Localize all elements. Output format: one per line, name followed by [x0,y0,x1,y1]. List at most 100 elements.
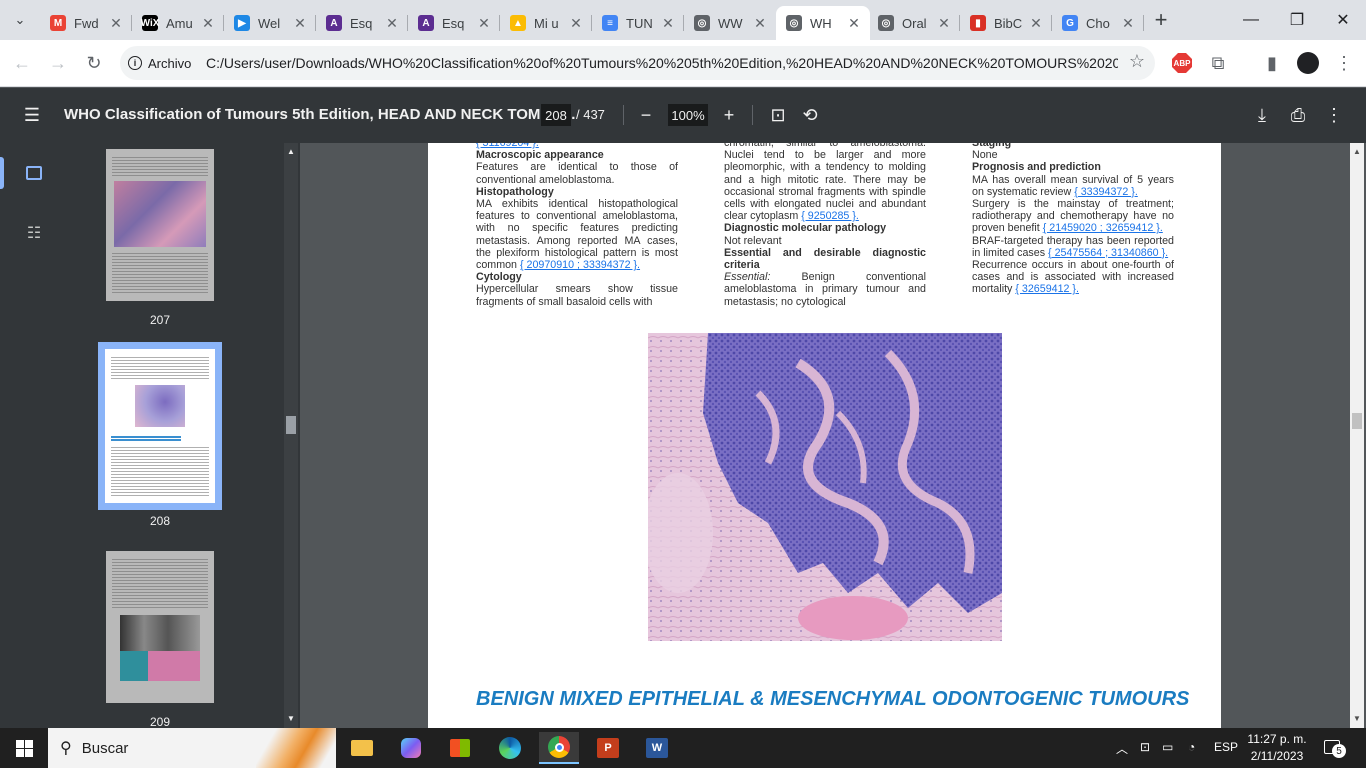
tab-close-icon[interactable]: ✕ [660,15,676,31]
meet-now-icon[interactable]: ⊡ [1140,740,1150,754]
tab-close-icon[interactable]: ✕ [1028,15,1044,31]
zoom-input[interactable]: 100% [668,104,708,126]
minimize-button[interactable]: — [1228,0,1274,40]
browser-tab[interactable]: ◎ WW ✕ [684,6,776,40]
pdf-viewer[interactable]: { 31169204 }. Macroscopic appearance Feat… [300,143,1366,728]
browser-tab[interactable]: M Fwd ✕ [40,6,132,40]
tab-close-icon[interactable]: ✕ [200,15,216,31]
extensions-button[interactable]: ⧉ [1204,49,1232,77]
tab-close-icon[interactable]: ✕ [1120,15,1136,31]
copilot-app[interactable] [391,732,431,764]
url-text[interactable]: C:/Users/user/Downloads/WHO%20Classifica… [206,55,1118,71]
start-button[interactable] [4,732,44,764]
scrollbar-thumb[interactable] [1352,413,1362,429]
side-panel-button[interactable]: ▮ [1258,49,1286,77]
close-window-button[interactable]: ✕ [1320,0,1366,40]
citation-link[interactable]: { 21459020 ; 32659412 }. [1043,222,1163,234]
adblock-plus-button[interactable]: ABP [1168,49,1196,77]
chrome-menu-button[interactable]: ⋮ [1330,49,1358,77]
citation-link[interactable]: { 9250285 }. [801,210,859,222]
citation-link[interactable]: { 32659412 }. [1015,283,1079,295]
profile-button[interactable] [1294,49,1322,77]
fit-to-page-button[interactable]: ⊡ [765,102,791,128]
scroll-down-arrow[interactable]: ▼ [1353,714,1361,723]
search-icon: ⚲ [60,740,72,757]
browser-tab[interactable]: ◎ WH ✕ [776,6,870,40]
word-app[interactable]: W [637,732,677,764]
scroll-up-arrow[interactable]: ▲ [1353,147,1361,156]
tab-close-icon[interactable]: ✕ [108,15,124,31]
back-button[interactable]: ← [8,49,36,77]
taskbar-search[interactable]: ⚲ Buscar [48,728,336,768]
citation-link[interactable]: { 25475564 ; 31340860 }. [1048,247,1168,259]
browser-tab[interactable]: ≡ TUN ✕ [592,6,684,40]
tab-close-icon[interactable]: ✕ [846,15,862,31]
text-column-2: chromatin, similar to ameloblastoma. Nuc… [724,143,926,308]
address-bar[interactable]: i Archivo C:/Users/user/Downloads/WHO%20… [120,46,1155,80]
download-button[interactable]: ⤓ [1249,102,1275,128]
tab-search-button[interactable]: ⌄ [8,8,32,32]
browser-tab[interactable]: ▶ Wel ✕ [224,6,316,40]
scroll-down-arrow[interactable]: ▼ [287,714,295,723]
clock-time: 11:27 p. m. [1247,732,1307,746]
section-subheading: Macroscopic appearance [476,149,604,162]
reload-button[interactable]: ↻ [80,49,108,77]
star-icon[interactable]: ☆ [1129,51,1145,72]
new-tab-button[interactable]: + [1149,7,1173,32]
page-number-input[interactable]: 208 [541,104,571,126]
section-subheading: Diagnostic molecular pathology [724,222,887,235]
tab-close-icon[interactable]: ✕ [384,15,400,31]
site-info-button[interactable]: i Archivo [128,51,191,75]
text-column-3: Staging None Prognosis and prediction MA h… [972,143,1174,296]
citation-link[interactable]: { 20970910 ; 33394372 }. [520,259,640,271]
zoom-in-button[interactable]: + [716,102,742,128]
wifi-icon[interactable]: ◔ [1188,740,1195,754]
citation-link[interactable]: { 33394372 }. [1074,186,1138,198]
document-scrollbar[interactable]: ▲ ▼ [1350,143,1364,728]
pdf-toolbar: ☰ WHO Classification of Tumours 5th Edit… [0,88,1366,143]
tab-close-icon[interactable]: ✕ [752,15,768,31]
outline-menu-button[interactable]: ☰ [19,102,45,128]
rotate-button[interactable]: ⟲ [797,102,823,128]
show-hidden-icons-button[interactable]: ︿ [1116,740,1128,757]
tab-close-icon[interactable]: ✕ [292,15,308,31]
page-thumbnail-209[interactable] [106,551,214,703]
sidebar-selected-indicator [0,157,4,189]
thumbnails-view-button[interactable] [22,161,46,185]
battery-icon[interactable]: ▭ [1162,740,1173,754]
scroll-up-arrow[interactable]: ▲ [287,147,295,156]
thumbnail-scrollbar[interactable]: ▲ ▼ [284,143,298,728]
browser-tab[interactable]: ▲ Mi u ✕ [500,6,592,40]
forward-button[interactable]: → [44,49,72,77]
browser-tab[interactable]: A Esq ✕ [316,6,408,40]
language-indicator[interactable]: ESP [1214,740,1238,754]
notification-center-button[interactable]: 5 [1322,738,1348,760]
section-subheading: Cytology [476,271,522,284]
edge-app[interactable] [490,732,530,764]
browser-tab[interactable]: ◎ Oral ✕ [868,6,960,40]
pdf-more-button[interactable]: ⋮ [1321,102,1347,128]
powerpoint-app[interactable]: P [588,732,628,764]
page-total: / 437 [576,107,605,122]
browser-tab[interactable]: ▮ BibC ✕ [960,6,1052,40]
browser-tab[interactable]: WiX Amu ✕ [132,6,224,40]
zoom-out-button[interactable]: − [633,102,659,128]
citation-link[interactable]: { 31169204 }. [476,143,539,149]
page-thumbnail-207[interactable] [106,149,214,301]
browser-tab[interactable]: G Cho ✕ [1052,6,1144,40]
browser-tab[interactable]: A Esq ✕ [408,6,500,40]
tab-close-icon[interactable]: ✕ [936,15,952,31]
tab-close-icon[interactable]: ✕ [476,15,492,31]
clock[interactable]: 11:27 p. m. 2/11/2023 [1246,731,1308,765]
tab-title: Cho [1086,15,1110,31]
page-thumbnail-208[interactable] [98,342,222,510]
print-button[interactable]: ⎙ [1285,102,1311,128]
scrollbar-thumb[interactable] [286,416,296,434]
restore-button[interactable]: ❐ [1274,0,1320,40]
tab-close-icon[interactable]: ✕ [568,15,584,31]
tab-title: TUN [626,15,653,31]
chrome-app[interactable] [539,732,579,764]
outline-view-button[interactable]: ☷ [22,221,46,245]
microsoft-store-app[interactable] [440,732,480,764]
file-explorer-app[interactable] [342,732,382,764]
